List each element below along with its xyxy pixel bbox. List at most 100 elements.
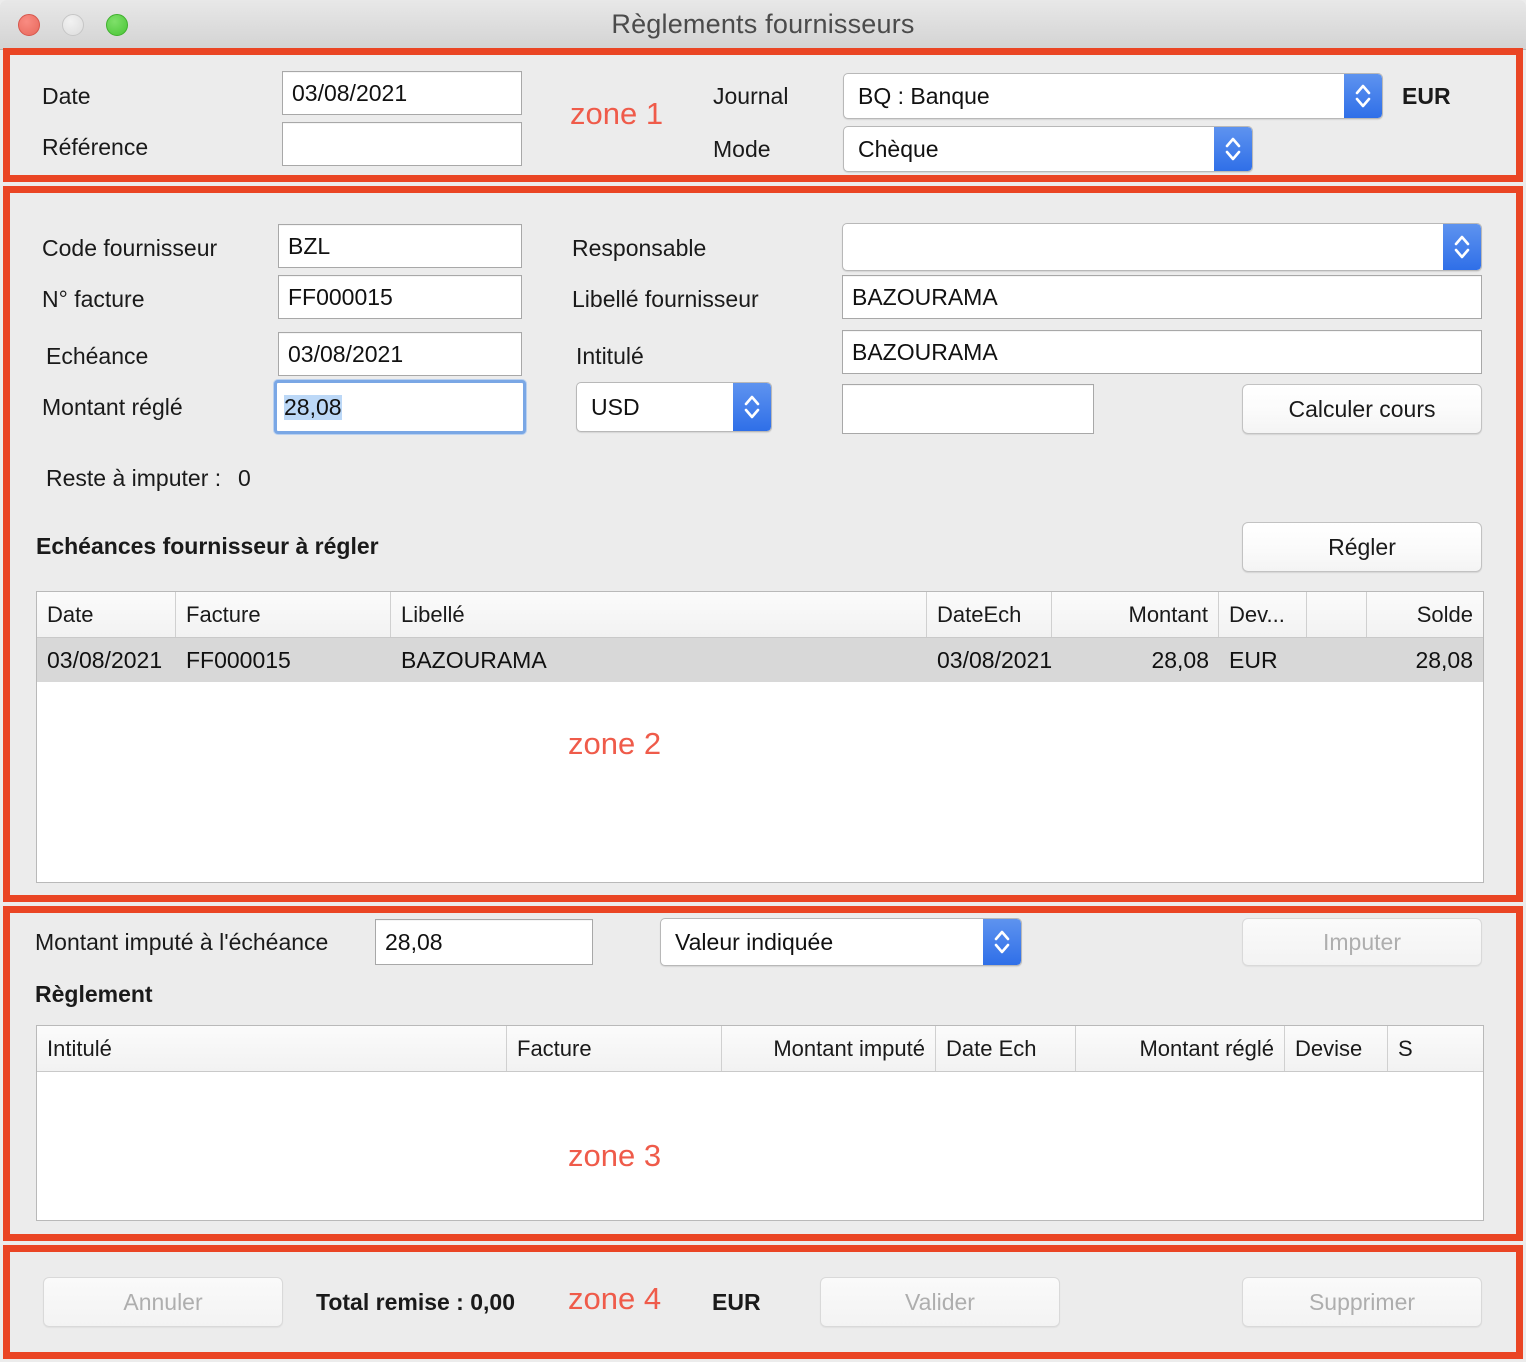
- echeance-value: 03/08/2021: [288, 340, 404, 367]
- col-s[interactable]: S: [1388, 1026, 1438, 1071]
- imputer-button[interactable]: Imputer: [1242, 918, 1482, 966]
- cell-spacer: [1307, 638, 1367, 682]
- col-date-ech[interactable]: Date Ech: [936, 1026, 1076, 1071]
- zone2-annotation-label: zone 2: [568, 726, 662, 761]
- journal-label: Journal: [713, 83, 789, 109]
- zone1-currency-label: EUR: [1402, 83, 1451, 109]
- zone4-panel: Annuler Total remise : 0,00 EUR Valider …: [10, 1252, 1516, 1352]
- annuler-label: Annuler: [123, 1288, 203, 1315]
- reference-label: Référence: [42, 134, 149, 160]
- col-montant[interactable]: Montant: [1052, 592, 1219, 637]
- zone1-annotation-label: zone 1: [570, 96, 664, 131]
- col-dateech[interactable]: DateEch: [927, 592, 1052, 637]
- zone4-annotation-label: zone 4: [568, 1281, 662, 1316]
- devise-select[interactable]: USD: [576, 382, 772, 432]
- intitule-input[interactable]: BAZOURAMA: [842, 330, 1482, 374]
- montant-impute-label: Montant imputé à l'échéance: [35, 929, 329, 955]
- responsable-stepper-icon[interactable]: [1443, 224, 1481, 270]
- valeur-select-value: Valeur indiquée: [675, 928, 834, 955]
- calculer-cours-label: Calculer cours: [1288, 395, 1436, 422]
- journal-select-value: BQ : Banque: [858, 82, 990, 109]
- window-title: Règlements fournisseurs: [611, 9, 915, 39]
- cours-input[interactable]: [842, 384, 1094, 434]
- date-label: Date: [42, 83, 91, 109]
- journal-select[interactable]: BQ : Banque: [843, 73, 1383, 119]
- montant-impute-value: 28,08: [385, 928, 443, 955]
- libelle-fournisseur-input[interactable]: BAZOURAMA: [842, 275, 1482, 319]
- code-fournisseur-input[interactable]: BZL: [278, 224, 522, 268]
- col-intitule[interactable]: Intitulé: [37, 1026, 507, 1071]
- cell-dateech: 03/08/2021: [937, 646, 1052, 673]
- echeances-table-header: Date Facture Libellé DateEch Montant Dev…: [37, 592, 1483, 638]
- annuler-button[interactable]: Annuler: [43, 1277, 283, 1327]
- reste-a-imputer-value: 0: [238, 465, 251, 491]
- num-facture-input[interactable]: FF000015: [278, 275, 522, 319]
- echeance-label: Echéance: [46, 343, 149, 369]
- cell-devise: EUR: [1229, 646, 1278, 673]
- application-window: Règlements fournisseurs Date 03/08/2021 …: [0, 0, 1526, 1362]
- col-facture[interactable]: Facture: [507, 1026, 722, 1071]
- col-libelle[interactable]: Libellé: [391, 592, 927, 637]
- cell-facture: FF000015: [186, 646, 291, 673]
- valider-button[interactable]: Valider: [820, 1277, 1060, 1327]
- date-input-value: 03/08/2021: [292, 79, 408, 106]
- num-facture-value: FF000015: [288, 283, 393, 310]
- valider-label: Valider: [905, 1288, 975, 1315]
- calculer-cours-button[interactable]: Calculer cours: [1242, 384, 1482, 434]
- mode-select[interactable]: Chèque: [843, 126, 1253, 172]
- libelle-fournisseur-value: BAZOURAMA: [852, 283, 998, 310]
- intitule-label: Intitulé: [576, 343, 644, 369]
- valeur-stepper-icon[interactable]: [983, 919, 1021, 965]
- montant-regle-value: 28,08: [284, 393, 342, 420]
- cell-libelle: BAZOURAMA: [401, 646, 547, 673]
- responsable-select[interactable]: [842, 223, 1482, 271]
- reglement-section-title: Règlement: [35, 981, 153, 1007]
- echeances-table[interactable]: Date Facture Libellé DateEch Montant Dev…: [36, 591, 1484, 883]
- col-devise[interactable]: Dev...: [1219, 592, 1307, 637]
- responsable-label: Responsable: [572, 235, 707, 261]
- imputer-label: Imputer: [1323, 928, 1401, 955]
- montant-regle-input[interactable]: 28,08: [274, 380, 526, 434]
- regler-label: Régler: [1328, 533, 1396, 560]
- zone3-annotation-label: zone 3: [568, 1138, 662, 1173]
- date-input[interactable]: 03/08/2021: [282, 71, 522, 115]
- devise-stepper-icon[interactable]: [733, 383, 771, 431]
- echeances-section-title: Echéances fournisseur à régler: [36, 533, 379, 559]
- echeance-input[interactable]: 03/08/2021: [278, 332, 522, 376]
- reste-a-imputer-label: Reste à imputer :: [46, 465, 222, 491]
- col-montant-regle[interactable]: Montant réglé: [1076, 1026, 1285, 1071]
- total-remise-label: Total remise : 0,00: [316, 1289, 515, 1315]
- window-titlebar: Règlements fournisseurs: [0, 0, 1526, 50]
- supprimer-button[interactable]: Supprimer: [1242, 1277, 1482, 1327]
- supprimer-label: Supprimer: [1308, 1288, 1416, 1315]
- intitule-value: BAZOURAMA: [852, 338, 998, 365]
- reglement-table[interactable]: Intitulé Facture Montant imputé Date Ech…: [36, 1025, 1484, 1221]
- mode-label: Mode: [713, 136, 771, 162]
- montant-regle-label: Montant réglé: [42, 394, 183, 420]
- cell-montant: 28,08: [1151, 646, 1209, 673]
- col-solde[interactable]: Solde: [1367, 592, 1483, 637]
- libelle-fournisseur-label: Libellé fournisseur: [572, 286, 759, 312]
- col-spacer[interactable]: [1307, 592, 1367, 637]
- devise-select-value: USD: [591, 393, 640, 420]
- mode-stepper-icon[interactable]: [1214, 127, 1252, 171]
- col-facture[interactable]: Facture: [176, 592, 391, 637]
- montant-impute-input[interactable]: 28,08: [375, 919, 593, 965]
- cell-solde: 28,08: [1415, 646, 1473, 673]
- code-fournisseur-value: BZL: [288, 232, 331, 259]
- valeur-select[interactable]: Valeur indiquée: [660, 918, 1022, 966]
- cell-date: 03/08/2021: [47, 646, 163, 673]
- regler-button[interactable]: Régler: [1242, 522, 1482, 572]
- journal-stepper-icon[interactable]: [1344, 74, 1382, 118]
- table-row[interactable]: 03/08/2021 FF000015 BAZOURAMA 03/08/2021…: [37, 638, 1483, 682]
- zone3-panel: Montant imputé à l'échéance 28,08 Valeur…: [10, 913, 1516, 1234]
- col-montant-impute[interactable]: Montant imputé: [722, 1026, 936, 1071]
- reference-input[interactable]: [282, 122, 522, 166]
- col-date[interactable]: Date: [37, 592, 176, 637]
- zone1-panel: Date 03/08/2021 Référence Journal BQ : B…: [10, 55, 1516, 175]
- reglement-table-header: Intitulé Facture Montant imputé Date Ech…: [37, 1026, 1483, 1072]
- zone4-currency-label: EUR: [712, 1289, 761, 1315]
- col-devise[interactable]: Devise: [1285, 1026, 1388, 1071]
- mode-select-value: Chèque: [858, 135, 939, 162]
- zone2-panel: Code fournisseur BZL N° facture FF000015…: [10, 193, 1516, 895]
